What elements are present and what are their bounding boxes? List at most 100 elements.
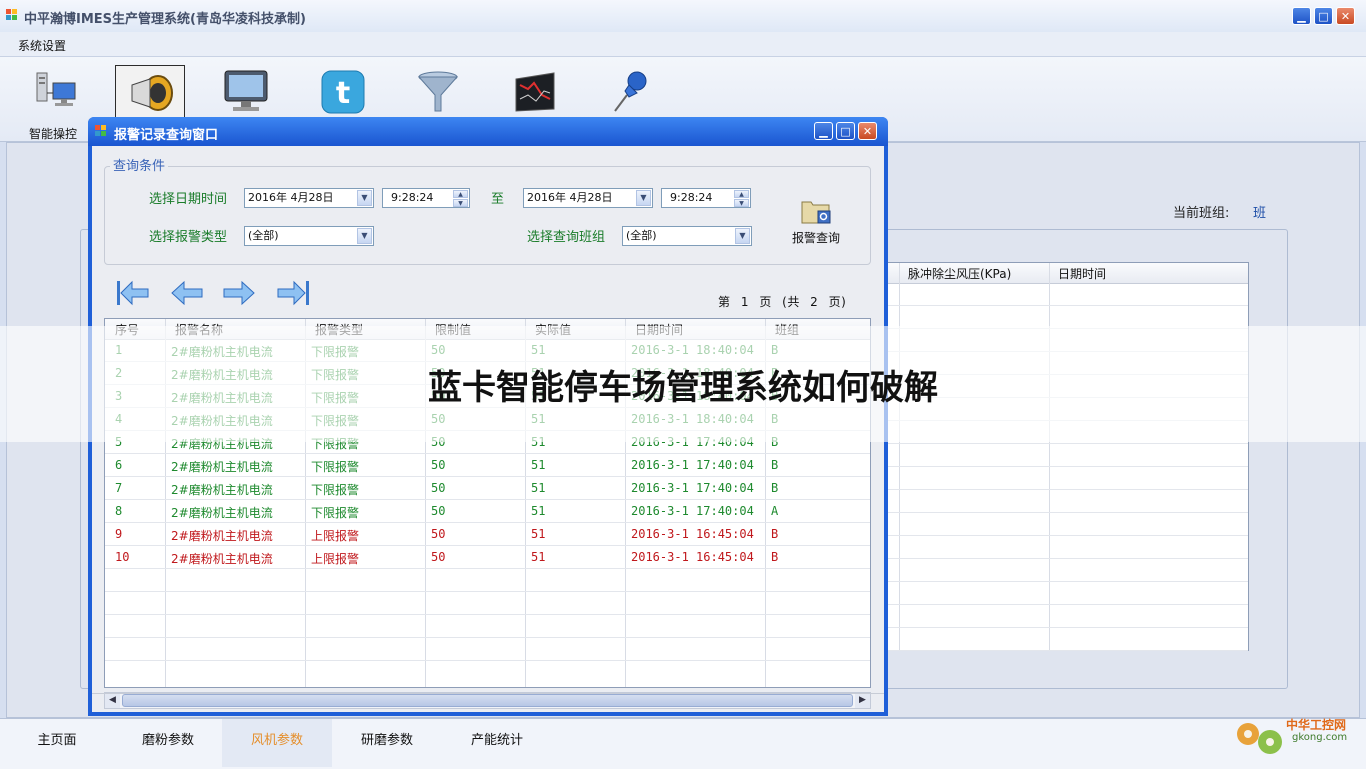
table-cell: A	[771, 504, 779, 518]
tab-milling-params[interactable]: 研磨参数	[332, 719, 442, 767]
table-cell: B	[771, 550, 779, 564]
table-row	[105, 592, 870, 615]
spin-up-icon[interactable]: ▲	[453, 190, 468, 198]
twitter-bird-icon: t	[321, 70, 365, 114]
page-prefix: 第	[718, 295, 731, 309]
background-data-grid[interactable]: 脉冲除尘风压(KPa) 日期时间	[887, 262, 1249, 651]
table-row[interactable]: 8 2#磨粉机主机电流 下限报警 50 51 2016-3-1 17:40:04 A	[105, 500, 870, 523]
maximize-button[interactable]: □	[1314, 7, 1333, 25]
table-cell: 50	[431, 481, 446, 495]
page-suffix: 页	[759, 295, 772, 309]
table-row[interactable]: 6 2#磨粉机主机电流 下限报警 50 51 2016-3-1 17:40:04 B	[105, 454, 870, 477]
tool-label: 智能操控	[28, 127, 77, 141]
current-shift-label: 当前班组:	[1173, 206, 1230, 221]
dialog-minimize-button[interactable]: ▁	[814, 122, 833, 140]
spin-down-icon[interactable]: ▼	[734, 199, 749, 207]
table-cell: B	[771, 527, 779, 541]
table-cell: 8	[115, 504, 123, 518]
last-page-icon[interactable]	[276, 278, 310, 308]
current-shift-value: 班	[1253, 206, 1267, 221]
table-cell: 2#磨粉机主机电流	[171, 506, 273, 520]
table-cell: B	[771, 458, 779, 472]
line-chart-icon	[515, 72, 555, 112]
total-pages: 2	[810, 295, 819, 309]
gear-icon	[1237, 723, 1282, 754]
tab-capacity-stats[interactable]: 产能统计	[442, 719, 552, 767]
table-cell: 50	[431, 550, 446, 564]
table-row[interactable]: 7 2#磨粉机主机电流 下限报警 50 51 2016-3-1 17:40:04 B	[105, 477, 870, 500]
table-cell: 下限报警	[311, 460, 360, 474]
bottom-tab-bar: 主页面 磨粉参数 风机参数 研磨参数 产能统计	[0, 718, 1366, 769]
end-date-picker[interactable]: 2016年 4月28日 ▼	[523, 188, 653, 208]
chevron-down-icon[interactable]: ▼	[735, 228, 750, 244]
table-cell: 7	[115, 481, 123, 495]
app-icon	[6, 9, 18, 21]
table-cell: 2#磨粉机主机电流	[171, 552, 273, 566]
previous-page-icon[interactable]	[170, 278, 204, 308]
table-cell: 51	[531, 481, 546, 495]
end-time-value: 9:28:24	[670, 191, 713, 204]
table-row[interactable]: 9 2#磨粉机主机电流 上限报警 50 51 2016-3-1 16:45:04 B	[105, 523, 870, 546]
query-conditions-group	[104, 166, 871, 265]
alarm-type-label: 选择报警类型	[149, 230, 228, 245]
page-info: 第 1 页 (共 2 页)	[718, 293, 852, 310]
tab-home[interactable]: 主页面	[0, 719, 114, 767]
table-cell: 9	[115, 527, 123, 541]
watermark-url: gkong.com	[1292, 732, 1348, 743]
end-time-spinner[interactable]: 9:28:24 ▲ ▼	[661, 188, 751, 208]
table-cell: 50	[431, 504, 446, 518]
tab-grinding-params[interactable]: 磨粉参数	[114, 719, 222, 767]
dialog-maximize-button[interactable]: □	[836, 122, 855, 140]
computer-network-icon	[36, 72, 76, 106]
minimize-button[interactable]: ▁	[1292, 7, 1311, 25]
table-cell: 上限报警	[311, 552, 360, 566]
tab-fan-params[interactable]: 风机参数	[222, 719, 332, 767]
table-cell: 50	[431, 527, 446, 541]
table-cell: 2#磨粉机主机电流	[171, 460, 273, 474]
table-cell: B	[771, 481, 779, 495]
table-cell: 51	[531, 458, 546, 472]
dialog-status-strip	[92, 693, 884, 712]
table-cell: 51	[531, 527, 546, 541]
start-date-picker[interactable]: 2016年 4月28日 ▼	[244, 188, 374, 208]
table-cell: 2016-3-1 17:40:04	[631, 481, 754, 495]
folder-search-icon	[801, 201, 831, 224]
menu-system-settings[interactable]: 系统设置	[18, 37, 66, 54]
spin-up-icon[interactable]: ▲	[734, 190, 749, 198]
chevron-down-icon[interactable]: ▼	[636, 190, 651, 206]
table-cell: 2016-3-1 17:40:04	[631, 458, 754, 472]
start-date-value: 2016年 4月28日	[248, 191, 334, 204]
first-page-icon[interactable]	[116, 278, 150, 308]
alarm-query-button[interactable]: 报警查询	[786, 196, 846, 246]
total-prefix: (共	[782, 295, 800, 309]
table-cell: 50	[431, 458, 446, 472]
table-cell: 51	[531, 550, 546, 564]
start-time-value: 9:28:24	[391, 191, 434, 204]
table-cell: 51	[531, 504, 546, 518]
overlay-banner-text: 蓝卡智能停车场管理系统如何破解	[428, 368, 938, 408]
site-watermark: 中华工控网 gkong.com	[1230, 710, 1360, 762]
alarm-query-label: 报警查询	[791, 231, 840, 245]
table-cell: 2016-3-1 16:45:04	[631, 527, 754, 541]
overlay-banner: 蓝卡智能停车场管理系统如何破解	[0, 326, 1366, 442]
table-row[interactable]: 10 2#磨粉机主机电流 上限报警 50 51 2016-3-1 16:45:04 B	[105, 546, 870, 569]
chevron-down-icon[interactable]: ▼	[357, 228, 372, 244]
background-grid-header: 脉冲除尘风压(KPa) 日期时间	[888, 263, 1248, 284]
close-button[interactable]: ✕	[1336, 7, 1355, 25]
query-shift-select[interactable]: (全部) ▼	[622, 226, 752, 246]
dialog-title-bar[interactable]: 报警记录查询窗口 ▁ □ ✕	[88, 117, 888, 146]
table-cell: 下限报警	[311, 483, 360, 497]
next-page-icon[interactable]	[222, 278, 256, 308]
query-shift-label: 选择查询班组	[527, 230, 606, 245]
column-header: 日期时间	[1058, 267, 1107, 281]
total-suffix: 页)	[828, 295, 847, 309]
spin-down-icon[interactable]: ▼	[453, 199, 468, 207]
start-time-spinner[interactable]: 9:28:24 ▲ ▼	[382, 188, 470, 208]
dialog-close-button[interactable]: ✕	[858, 122, 877, 140]
alarm-type-value: (全部)	[248, 229, 279, 242]
table-cell: 2016-3-1 16:45:04	[631, 550, 754, 564]
tool-smart-control[interactable]: 智能操控	[17, 65, 89, 141]
table-cell: 2016-3-1 17:40:04	[631, 504, 754, 518]
alarm-type-select[interactable]: (全部) ▼	[244, 226, 374, 246]
chevron-down-icon[interactable]: ▼	[357, 190, 372, 206]
